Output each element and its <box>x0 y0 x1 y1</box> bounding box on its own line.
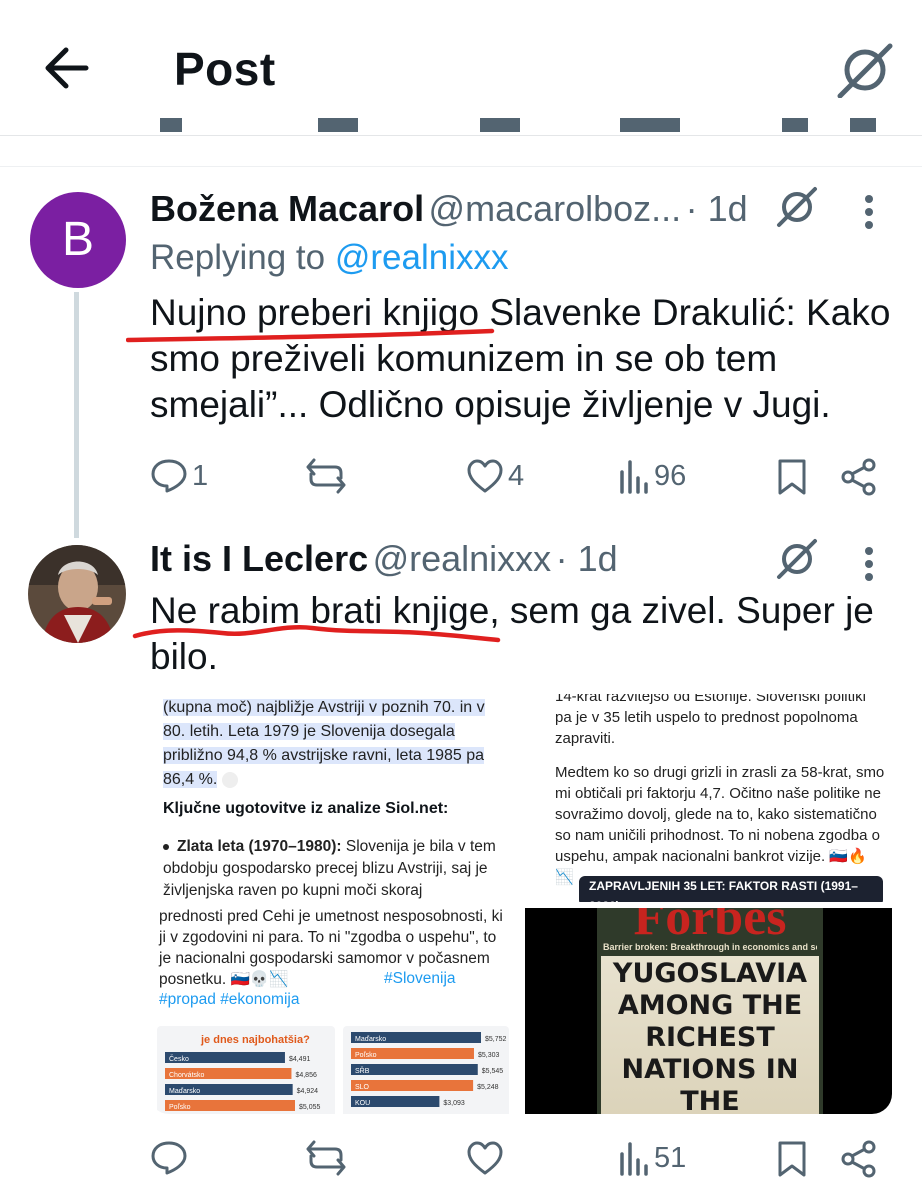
divider <box>0 166 922 167</box>
thread-line <box>74 292 79 538</box>
media-image-4[interactable]: Forbes Barrier broken: Breakthrough in e… <box>525 908 892 1114</box>
repost-icon <box>306 1140 346 1176</box>
back-arrow-icon[interactable] <box>42 46 90 90</box>
post-header: It is I Leclerc @realnixxx · 1d <box>150 538 618 580</box>
author-name[interactable]: It is I Leclerc <box>150 538 368 579</box>
post-time: · 1d <box>555 538 618 579</box>
chart-left: je dnes najbohatšia? Česko $4,491 Chorváts… <box>157 1026 335 1114</box>
like-button[interactable]: 4 <box>466 458 524 494</box>
reply-count: 1 <box>192 459 209 492</box>
share-icon[interactable] <box>840 1140 878 1178</box>
author-handle[interactable]: @macarolboz... <box>429 188 682 229</box>
top-bar: Post <box>0 0 922 136</box>
chart-right-label: SŘB <box>355 1066 370 1075</box>
tile2-banner: ZAPRAVLJENIH 35 LET: FAKTOR RASTI (1991–… <box>579 876 883 902</box>
reply-button[interactable]: 1 <box>150 458 208 494</box>
view-count: 96 <box>654 459 687 492</box>
chart-right-bar <box>351 1064 478 1075</box>
red-underline <box>126 328 496 344</box>
reply-icon <box>151 459 187 493</box>
chart-right: Maďarsko $5,752 Poľsko $5,303 SŘB $5,545 SLO $5… <box>343 1026 509 1114</box>
chart-right-value: $5,752 <box>485 1036 507 1043</box>
chart-right-value: $3,093 <box>443 1100 465 1107</box>
views-icon <box>620 1142 648 1176</box>
analysis-bullet: Zlata leta (1970–1980): Slovenija je bil… <box>163 836 503 902</box>
replying-to-link[interactable]: @realnixxx <box>335 238 509 277</box>
author-handle[interactable]: @realnixxx <box>373 538 552 579</box>
replying-prefix: Replying to <box>150 238 326 277</box>
media-grid: (kupna moč) najbližje Avstriji v poznih … <box>149 694 892 1114</box>
reply-header: Božena Macarol @macarolboz... · 1d <box>150 188 748 230</box>
bookmark-icon[interactable] <box>776 458 808 496</box>
grok-icon[interactable] <box>776 186 818 228</box>
avatar[interactable]: B <box>30 192 126 288</box>
reply-button[interactable] <box>150 1140 188 1176</box>
magazine-headline: YUGOSLAVIA AMONG THE RICHEST NATIONS IN … <box>601 956 819 1114</box>
chart-right-label: Maďarsko <box>355 1036 386 1043</box>
grok-icon[interactable] <box>776 538 818 580</box>
media-image-2[interactable]: 14-krat razvitejšo od Estonije. Slovensk… <box>525 694 892 902</box>
chart-left-label: Maďarsko <box>169 1088 200 1095</box>
heart-icon <box>467 1141 503 1175</box>
chart-right-value: $5,545 <box>482 1068 504 1075</box>
tile2-text-2: Medtem ko so drugi grizli in zrasli za 5… <box>555 764 885 886</box>
media-image-1[interactable]: (kupna moč) najbližje Avstriji v poznih … <box>149 694 517 902</box>
author-name[interactable]: Božena Macarol <box>150 188 424 229</box>
highlighted-text: (kupna moč) najbližje Avstriji v poznih … <box>163 699 485 788</box>
underlined-text: Nujno preberi knjigo <box>150 292 480 333</box>
reply-text: Nujno preberi knjigo Slavenke Drakulić: … <box>150 290 898 428</box>
replying-to: Replying to @realnixxx <box>150 238 508 278</box>
views-button[interactable]: 96 <box>618 458 686 494</box>
chart-left-value: $4,856 <box>295 1072 317 1079</box>
heart-icon <box>467 459 503 493</box>
more-options-icon[interactable] <box>862 546 876 582</box>
analysis-heading: Ključne ugotovitve iz analize Siol.net: <box>163 800 449 817</box>
magazine-cover: Forbes Barrier broken: Breakthrough in e… <box>597 908 823 1114</box>
tile2-text-1: 14-krat razvitejšo od Estonije. Slovensk… <box>555 694 866 747</box>
red-underline <box>132 610 502 650</box>
chart-right-label: KOU <box>355 1100 370 1107</box>
chart-left-label: Česko <box>169 1054 189 1063</box>
chart-left-value: $5,055 <box>299 1104 321 1111</box>
view-count: 51 <box>654 1141 687 1174</box>
chart-right-bar <box>351 1080 474 1091</box>
bullet-bold: Zlata leta (1970–1980): <box>177 838 342 855</box>
page-title: Post <box>174 43 276 95</box>
chart-right-label: SLO <box>355 1084 370 1091</box>
chart-right-value: $5,303 <box>478 1052 500 1059</box>
chart-left-value: $4,924 <box>297 1088 319 1095</box>
like-button[interactable] <box>466 1140 504 1176</box>
magazine-tagline: Barrier broken: Breakthrough in economic… <box>603 942 817 952</box>
avatar[interactable] <box>28 545 126 643</box>
media-image-3[interactable]: prednosti pred Cehi je umetnost nesposob… <box>149 908 517 1114</box>
grok-icon[interactable] <box>836 42 894 98</box>
chart-right-label: Poľsko <box>355 1052 377 1059</box>
repost-button[interactable] <box>305 458 347 494</box>
repost-icon <box>306 458 346 494</box>
chart-left-label: Poľsko <box>169 1104 191 1111</box>
like-count: 4 <box>508 459 525 492</box>
chart-right-value: $5,248 <box>477 1084 499 1091</box>
views-icon <box>620 460 648 494</box>
link-icon <box>221 771 238 788</box>
post-time: · 1d <box>685 188 748 229</box>
chart-left-value: $4,491 <box>289 1056 311 1063</box>
repost-button[interactable] <box>305 1140 347 1176</box>
tile3-hashtags: #Slovenija #propad #ekonomija <box>159 970 456 1008</box>
more-options-icon[interactable] <box>862 194 876 230</box>
reply-icon <box>151 1141 187 1175</box>
chart-right-bars: Maďarsko $5,752 Poľsko $5,303 SŘB $5,545 SLO $5… <box>351 1032 507 1107</box>
chart-left-bars: Česko $4,491 Chorvátsko $4,856 Maďarsko $4,92… <box>165 1052 321 1111</box>
previous-post-actions <box>150 118 890 138</box>
share-icon[interactable] <box>840 458 878 496</box>
bookmark-icon[interactable] <box>776 1140 808 1178</box>
chart-left-label: Chorvátsko <box>169 1072 205 1079</box>
views-button[interactable]: 51 <box>618 1140 686 1176</box>
